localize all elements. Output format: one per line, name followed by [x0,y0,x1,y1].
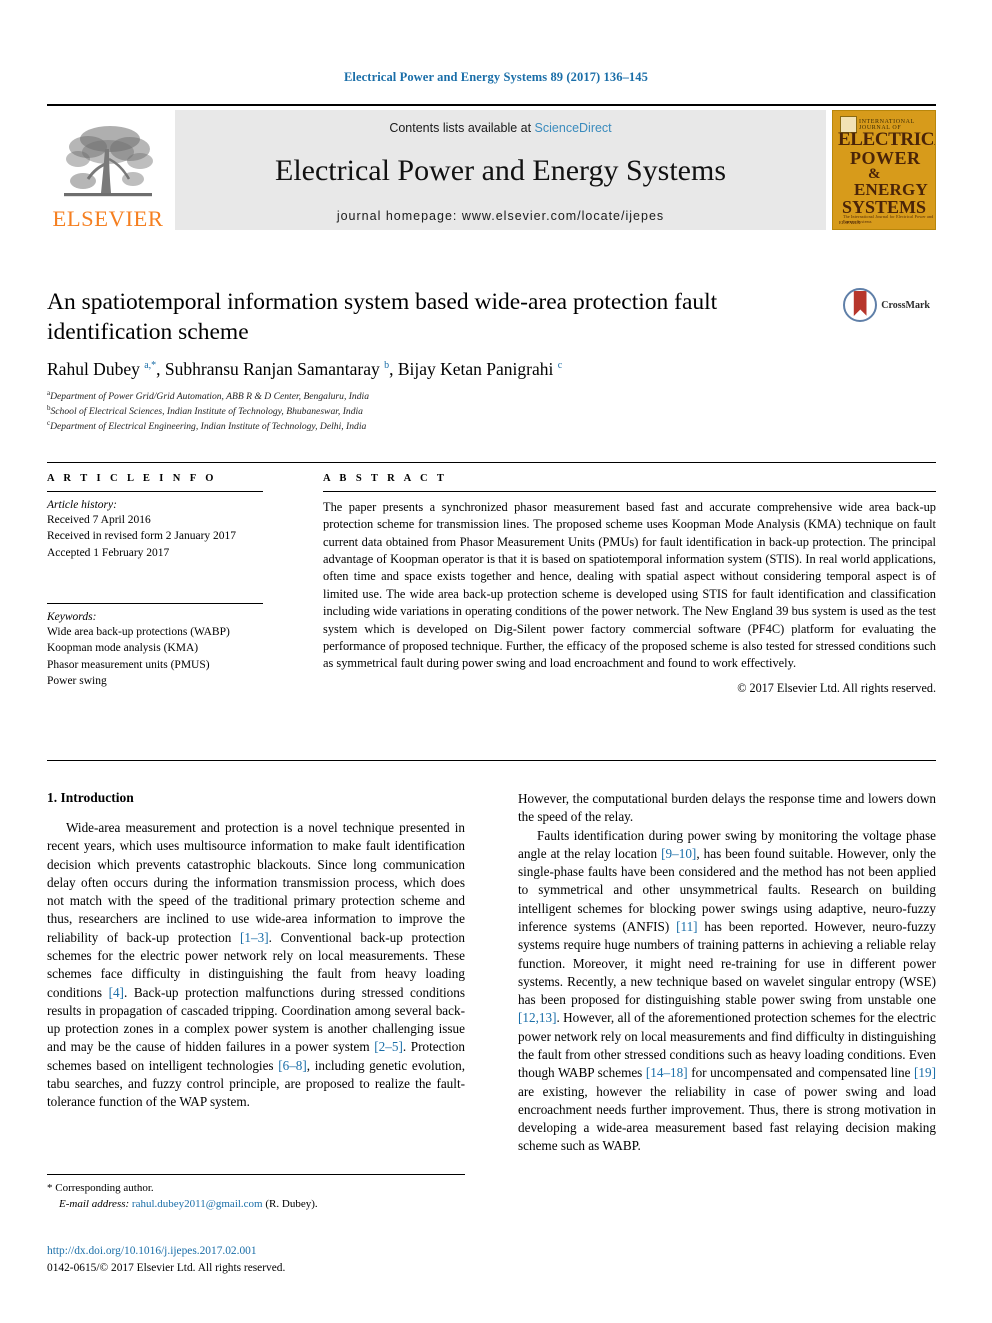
email-suffix: (R. Dubey). [265,1197,318,1210]
article-history-label: Article history: [47,499,117,511]
keyword-item: Phasor measurement units (PMUS) [47,658,210,671]
issn-copyright-line: 0142-0615/© 2017 Elsevier Ltd. All right… [47,1261,286,1274]
crossmark-icon [843,288,878,322]
affiliation-text-b: School of Electrical Sciences, Indian In… [50,406,363,418]
sciencedirect-link[interactable]: ScienceDirect [535,121,612,135]
keyword-item: Wide area back-up protections (WABP) [47,625,230,638]
history-received: Received 7 April 2016 [47,514,151,526]
abstract-column: A B S T R A C T The paper presents a syn… [279,473,936,696]
intro-paragraph-right-1: However, the computational burden delays… [518,791,936,825]
body-column-right: However, the computational burden delays… [518,790,936,1190]
page-title: An spatiotemporal information system bas… [47,289,718,345]
intro-paragraph-right-2: Faults identification during power swing… [518,827,937,1154]
keywords-rule [47,602,263,604]
history-accepted: Accepted 1 February 2017 [47,546,170,559]
abstract-copyright: © 2017 Elsevier Ltd. All rights reserved… [737,680,936,695]
history-revised: Received in revised form 2 January 2017 [47,530,237,543]
abstract-bottom-divider [47,760,936,761]
cover-line-2: POWER [850,147,921,168]
journal-cover-thumbnail: INTERNATIONAL JOURNAL OF ELECTRICAL POWE… [832,110,936,230]
article-info-column: A R T I C L E I N F O Article history: R… [47,473,279,696]
intro-paragraph-left: Wide-area measurement and protection is … [47,820,466,1110]
running-head: Electrical Power and Energy Systems 89 (… [344,70,648,84]
contents-available-line: Contents lists available at ScienceDirec… [175,121,826,135]
cover-title-lines: ELECTRICAL POWER & ENERGY SYSTEMS [838,129,935,216]
cover-line-1: ELECTRICAL [838,129,935,150]
journal-masthead: ELSEVIER Contents lists available at Sci… [47,104,936,232]
elsevier-logo: ELSEVIER [47,110,169,232]
corresponding-label: Corresponding author. [55,1182,154,1194]
affiliation-item: aDepartment of Power Grid/Grid Automatio… [47,389,936,404]
keywords-block: Keywords: Wide area back-up protections … [47,602,263,689]
section-heading-introduction: 1. Introduction [47,790,134,805]
doi-link[interactable]: http://dx.doi.org/10.1016/j.ijepes.2017.… [47,1243,507,1260]
author-list: Rahul Dubey a,*, Subhransu Ranjan Samant… [47,359,563,380]
keyword-item: Koopman mode analysis (KMA) [47,642,199,655]
abstract-rule [323,491,936,492]
article-info-rule [47,491,263,492]
keywords-label: Keywords: [47,610,97,623]
affiliation-text-a: Department of Power Grid/Grid Automation… [50,391,369,403]
keyword-item: Power swing [47,674,107,687]
body-columns: 1. Introduction Wide-area measurement an… [47,790,936,1190]
elsevier-tree-icon [64,125,153,196]
masthead-center-band: Contents lists available at ScienceDirec… [175,110,826,230]
email-link[interactable]: rahul.dubey2011@gmail.com [132,1198,263,1210]
contents-prefix-text: Contents lists available at [389,121,535,135]
affiliation-list: aDepartment of Power Grid/Grid Automatio… [47,389,936,433]
crossmark-label: CrossMark [881,299,930,311]
body-column-left: 1. Introduction Wide-area measurement an… [47,790,465,1190]
elsevier-wordmark: ELSEVIER [52,205,164,231]
email-line: E-mail address: rahul.dubey2011@gmail.co… [47,1197,465,1213]
email-label: E-mail address: [59,1197,130,1210]
crossmark-badge[interactable]: CrossMark [843,288,930,322]
abstract-body: The paper presents a synchronized phasor… [323,500,936,671]
affiliation-item: cDepartment of Electrical Engineering, I… [47,419,936,434]
article-page: Electrical Power and Energy Systems 89 (… [0,0,992,1323]
article-info-heading: A R T I C L E I N F O [47,473,217,484]
title-block: An spatiotemporal information system bas… [47,288,936,434]
doi-block: http://dx.doi.org/10.1016/j.ijepes.2017.… [47,1243,507,1276]
corresponding-author-footnote: * Corresponding author. E-mail address: … [47,1174,465,1212]
affiliation-text-c: Department of Electrical Engineering, In… [50,421,367,432]
abstract-heading: A B S T R A C T [323,473,448,484]
corresponding-author-line: * Corresponding author. [47,1181,465,1197]
info-abstract-row: A R T I C L E I N F O Article history: R… [47,462,936,696]
journal-title: Electrical Power and Energy Systems [275,154,726,187]
cover-footer-mark: ELSEVIER [839,220,861,225]
corresponding-marker: * [47,1182,53,1194]
journal-homepage-link[interactable]: journal homepage: www.elsevier.com/locat… [175,209,826,223]
affiliation-item: bSchool of Electrical Sciences, Indian I… [47,404,936,419]
